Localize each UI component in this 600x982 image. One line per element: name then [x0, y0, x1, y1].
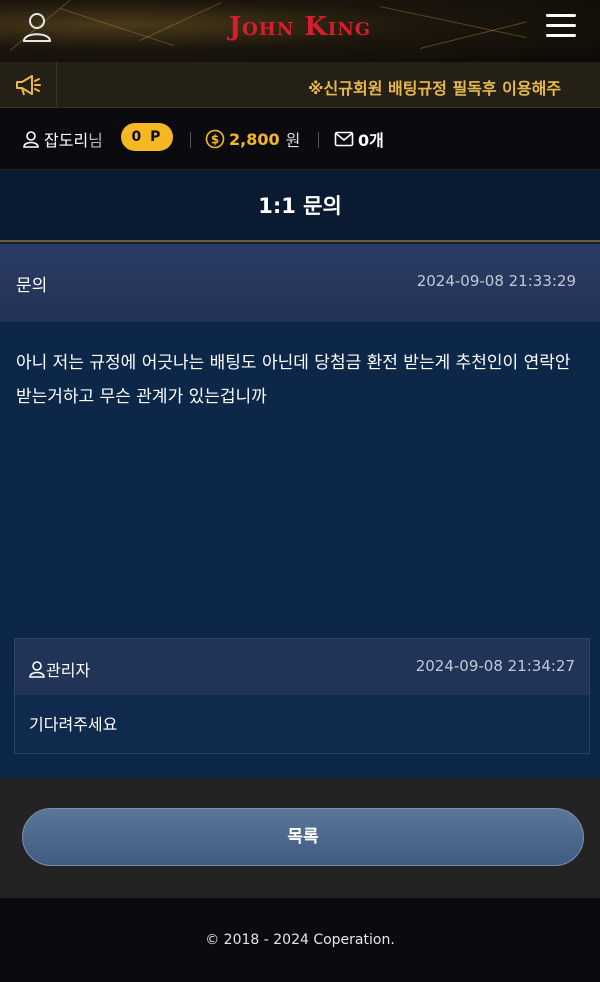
reply-author-name: 관리자 — [46, 661, 91, 680]
reply-box: 관리자 2024-09-08 21:34:27 기다려주세요 — [14, 638, 590, 754]
points-badge[interactable]: 0 P — [121, 123, 173, 151]
coin-icon: $ — [205, 129, 225, 149]
user-info-bar: 잡도리 님 0 P $ 2,800 원 0개 — [0, 108, 600, 170]
list-button[interactable]: 목록 — [22, 808, 584, 866]
reply-text: 기다려주세요 — [29, 715, 118, 734]
person-icon — [23, 131, 39, 148]
inquiry-label: 문의 — [16, 276, 48, 296]
notice-text[interactable]: ※신규회원 배팅규정 필독후 이용해주 — [308, 75, 561, 99]
money-unit: 원 — [285, 131, 301, 150]
site-logo[interactable]: John King — [0, 12, 600, 42]
nickname: 잡도리 님 — [22, 127, 103, 151]
person-icon — [29, 661, 45, 678]
reply-author: 관리자 — [29, 657, 90, 681]
page-title: 1:1 문의 — [0, 170, 600, 242]
money-amount: 2,800 — [229, 129, 280, 149]
money-balance[interactable]: $ 2,800 원 — [205, 127, 300, 151]
megaphone-icon — [16, 75, 41, 96]
notice-bar: ※신규회원 배팅규정 필독후 이용해주 — [0, 62, 600, 108]
svg-text:$: $ — [211, 133, 219, 147]
footer-copyright: © 2018 - 2024 Coperation. — [0, 898, 600, 982]
hamburger-menu-icon[interactable] — [546, 14, 576, 38]
inquiry-body: 아니 저는 규정에 어긋나는 배팅도 아닌데 당첨금 환전 받는게 추천인이 연… — [0, 322, 600, 614]
reply-section: 관리자 2024-09-08 21:34:27 기다려주세요 — [0, 614, 600, 778]
nickname-suffix: 님 — [88, 131, 103, 150]
reply-header: 관리자 2024-09-08 21:34:27 — [15, 639, 589, 695]
inquiry-header: 문의 2024-09-08 21:33:29 — [0, 244, 600, 322]
mail-icon — [334, 131, 354, 147]
nickname-text: 잡도리 — [44, 131, 89, 150]
inquiry-date: 2024-09-08 21:33:29 — [416, 272, 576, 290]
reply-date: 2024-09-08 21:34:27 — [415, 657, 575, 675]
action-area: 목록 — [0, 778, 600, 898]
message-count[interactable]: 0개 — [334, 127, 384, 151]
message-count-text: 0개 — [358, 131, 384, 150]
top-header: John King — [0, 0, 600, 62]
